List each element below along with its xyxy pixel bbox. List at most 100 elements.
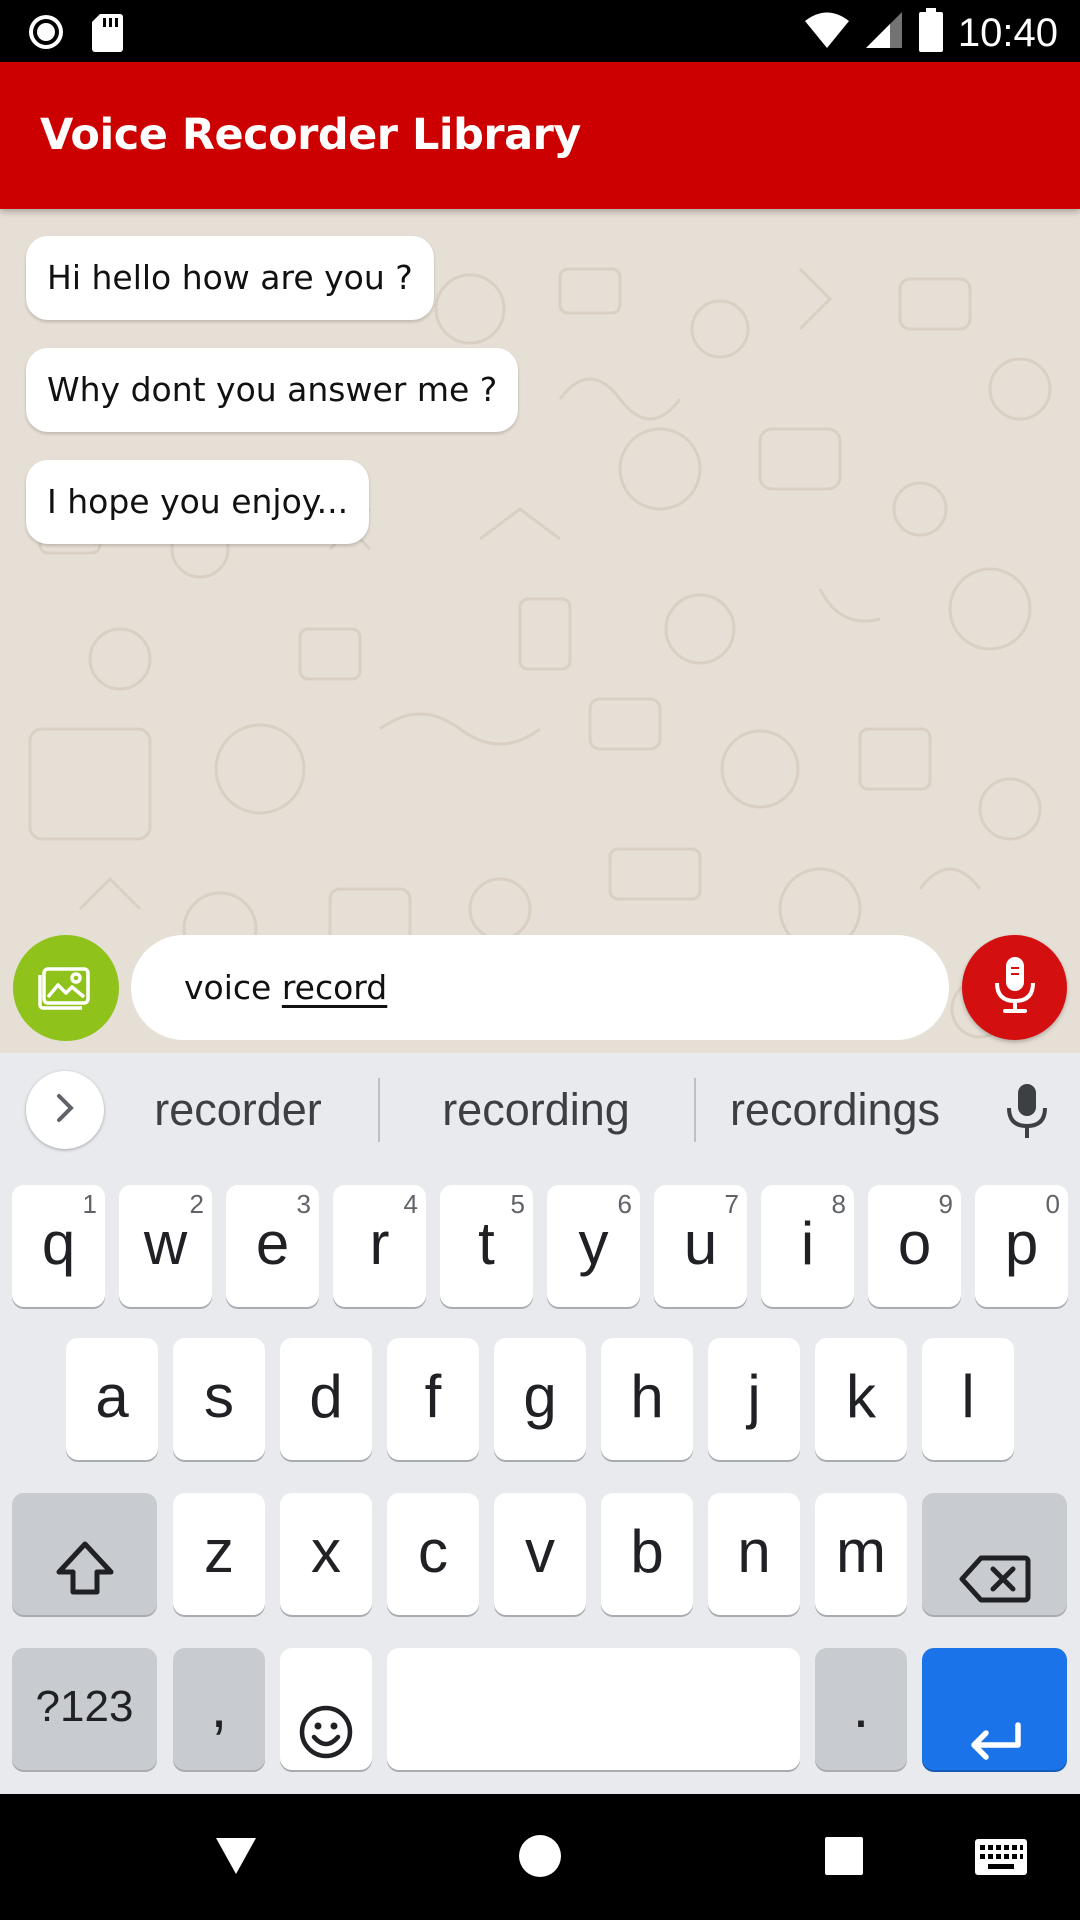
enter-key[interactable] [922, 1648, 1067, 1770]
shift-icon [53, 1519, 117, 1637]
key-label: q [41, 1210, 76, 1277]
key-label: b [630, 1518, 664, 1585]
input-composing-text: record [281, 968, 388, 1007]
key-label: r [369, 1210, 390, 1277]
message-input[interactable]: voice record [131, 935, 949, 1040]
key-x[interactable]: x [280, 1493, 372, 1615]
suggestion-item[interactable]: recordings [710, 1053, 960, 1167]
chat-message: I hope you enjoy... [26, 460, 370, 544]
key-j[interactable]: j [708, 1338, 800, 1460]
key-f[interactable]: f [387, 1338, 479, 1460]
soft-keyboard: recorder recording recordings q1 w2 e3 r… [0, 1053, 1080, 1794]
enter-icon [966, 1686, 1024, 1804]
emoji-key[interactable] [280, 1648, 372, 1770]
key-m[interactable]: m [815, 1493, 907, 1615]
key-q[interactable]: q1 [12, 1185, 105, 1307]
key-label: a [95, 1363, 129, 1430]
key-k[interactable]: k [815, 1338, 907, 1460]
key-label: p [1004, 1210, 1039, 1277]
recents-icon[interactable] [824, 1836, 864, 1881]
key-label: f [424, 1363, 442, 1430]
doodle-background [28, 267, 1052, 1039]
key-o[interactable]: o9 [868, 1185, 961, 1307]
period-key[interactable]: . [815, 1648, 907, 1770]
wifi-icon [804, 10, 850, 55]
navigation-bar [0, 1794, 1080, 1920]
key-label: h [630, 1363, 664, 1430]
key-s[interactable]: s [173, 1338, 265, 1460]
chat-message: Hi hello how are you ? [26, 236, 434, 320]
key-hint: 8 [831, 1189, 846, 1219]
suggestion-item[interactable]: recording [396, 1053, 676, 1167]
shift-key[interactable] [12, 1493, 157, 1615]
key-n[interactable]: n [708, 1493, 800, 1615]
key-label: n [737, 1518, 771, 1585]
key-g[interactable]: g [494, 1338, 586, 1460]
key-i[interactable]: i8 [761, 1185, 854, 1307]
backspace-icon [959, 1525, 1031, 1643]
key-label: z [204, 1518, 234, 1585]
key-w[interactable]: w2 [119, 1185, 212, 1307]
key-r[interactable]: r4 [333, 1185, 426, 1307]
key-hint: 5 [510, 1189, 525, 1219]
key-hint: 0 [1045, 1189, 1060, 1219]
gallery-icon [38, 961, 94, 1016]
key-label: k [846, 1363, 876, 1430]
gallery-button[interactable] [13, 935, 119, 1041]
chat-area[interactable]: Hi hello how are you ? Why dont you answ… [0, 209, 1080, 1053]
space-key[interactable] [387, 1648, 800, 1770]
record-button[interactable] [962, 935, 1067, 1040]
key-a[interactable]: a [66, 1338, 158, 1460]
emoji-icon [298, 1681, 354, 1799]
key-label: u [683, 1210, 718, 1277]
battery-icon [918, 8, 944, 57]
expand-suggestions-button[interactable] [26, 1071, 104, 1149]
key-v[interactable]: v [494, 1493, 586, 1615]
key-p[interactable]: p0 [975, 1185, 1068, 1307]
key-hint: 6 [617, 1189, 632, 1219]
app-bar: Voice Recorder Library [0, 62, 1080, 209]
key-label: e [255, 1210, 290, 1277]
key-t[interactable]: t5 [440, 1185, 533, 1307]
suggestion-strip: recorder recording recordings [0, 1053, 1080, 1167]
sd-card-icon [90, 12, 124, 57]
clock: 10:40 [957, 10, 1058, 55]
comma-key[interactable]: , [173, 1648, 265, 1770]
key-hint: 1 [82, 1189, 97, 1219]
key-y[interactable]: y6 [547, 1185, 640, 1307]
key-c[interactable]: c [387, 1493, 479, 1615]
key-hint: 7 [724, 1189, 739, 1219]
page-title: Voice Recorder Library [40, 110, 581, 160]
signal-icon [864, 10, 904, 55]
microphone-icon [993, 955, 1037, 1020]
home-icon[interactable] [518, 1834, 562, 1883]
chevron-right-icon [52, 1091, 78, 1130]
voice-input-icon[interactable] [1004, 1082, 1050, 1145]
key-label: o [897, 1210, 932, 1277]
key-label: i [800, 1210, 815, 1277]
suggestion-divider [694, 1078, 696, 1142]
suggestion-divider [378, 1078, 380, 1142]
back-icon[interactable] [214, 1834, 258, 1883]
key-label: w [143, 1210, 188, 1277]
key-label: d [309, 1363, 343, 1430]
key-d[interactable]: d [280, 1338, 372, 1460]
key-hint: 3 [296, 1189, 311, 1219]
key-e[interactable]: e3 [226, 1185, 319, 1307]
key-label: s [204, 1363, 234, 1430]
key-label: g [523, 1363, 557, 1430]
key-hint: 9 [938, 1189, 953, 1219]
symbols-key[interactable]: ?123 [12, 1648, 157, 1770]
key-h[interactable]: h [601, 1338, 693, 1460]
key-z[interactable]: z [173, 1493, 265, 1615]
key-label: y [578, 1210, 609, 1277]
key-label: m [836, 1518, 886, 1585]
input-committed-text: voice [184, 968, 282, 1007]
backspace-key[interactable] [922, 1493, 1067, 1615]
keyboard-icon[interactable] [974, 1838, 1028, 1881]
key-label: x [311, 1518, 341, 1585]
key-l[interactable]: l [922, 1338, 1014, 1460]
suggestion-item[interactable]: recorder [118, 1053, 358, 1167]
key-b[interactable]: b [601, 1493, 693, 1615]
key-u[interactable]: u7 [654, 1185, 747, 1307]
